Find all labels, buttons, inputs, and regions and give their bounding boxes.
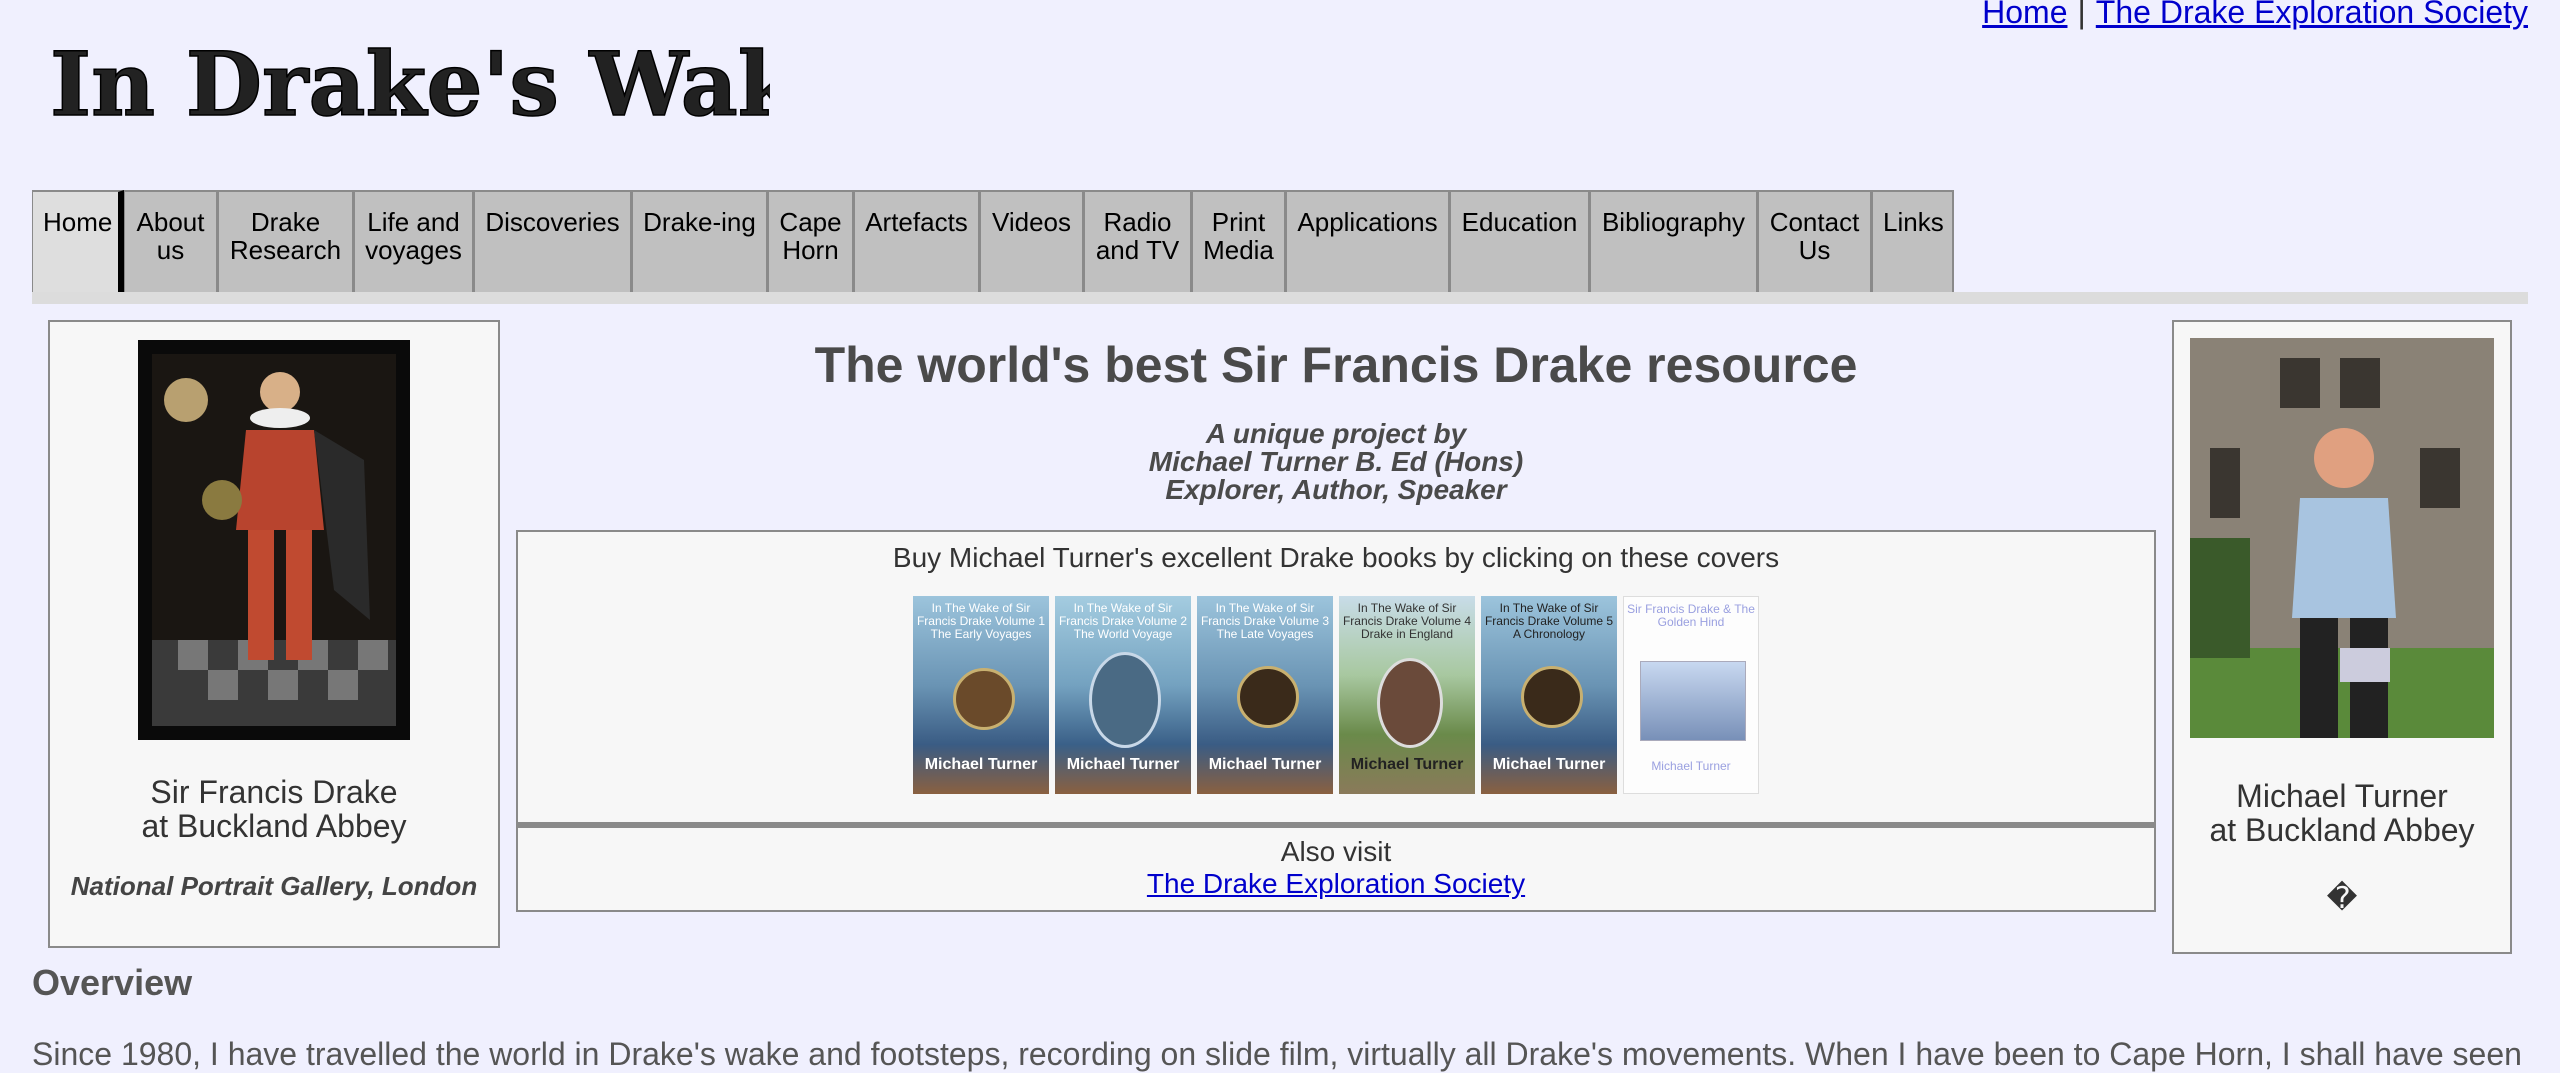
book-cover-author: Michael Turner [924, 756, 1038, 773]
book-cover-author: Michael Turner [1350, 756, 1464, 773]
turner-photo-card: Michael Turner at Buckland Abbey � [2172, 320, 2512, 954]
byline-line2: Michael Turner B. Ed (Hons) [1148, 446, 1524, 477]
drake-portrait-image[interactable] [138, 340, 410, 740]
nav-home[interactable]: Home [32, 190, 124, 294]
book-cover-author: Michael Turner [1492, 756, 1606, 773]
nav-drake-research[interactable]: Drake Research [218, 190, 354, 294]
cover-portrait [1521, 666, 1583, 728]
cover-portrait [953, 668, 1015, 730]
book-cover-author: Michael Turner [1066, 756, 1180, 773]
nav-print-media[interactable]: Print Media [1192, 190, 1286, 294]
site-logo-text: In Drake's Wake [50, 32, 770, 136]
book-cover-title: In The Wake of Sir Francis Drake Volume … [1058, 601, 1188, 641]
book-cover-title: In The Wake of Sir Francis Drake Volume … [1200, 601, 1330, 641]
nav-drake-ing[interactable]: Drake-ing [632, 190, 768, 294]
overview-text: Since 1980, I have travelled the world i… [32, 1036, 2522, 1072]
nav-about-us[interactable]: About us [124, 190, 218, 294]
nav-education[interactable]: Education [1450, 190, 1590, 294]
turner-caption-line1: Michael Turner [2236, 778, 2448, 814]
nav-underline [32, 292, 2528, 304]
book-cover-volume-5[interactable]: In The Wake of Sir Francis Drake Volume … [1481, 596, 1617, 794]
author-byline: A unique project by Michael Turner B. Ed… [516, 420, 2156, 504]
page-headline: The world's best Sir Francis Drake resou… [814, 337, 1858, 393]
nav-radio-and-tv[interactable]: Radio and TV [1084, 190, 1192, 294]
book-cover-title: In The Wake of Sir Francis Drake Volume … [1484, 601, 1614, 641]
book-cover-volume-1[interactable]: In The Wake of Sir Francis Drake Volume … [913, 596, 1049, 794]
michael-turner-photo[interactable] [2190, 338, 2494, 738]
books-prompt: Buy Michael Turner's excellent Drake boo… [892, 542, 1780, 573]
book-cover-title: Sir Francis Drake & The Golden Hind [1627, 602, 1755, 629]
book-cover-golden-hind[interactable]: Sir Francis Drake & The Golden Hind Mich… [1623, 596, 1759, 794]
nav-cape-horn[interactable]: Cape Horn [768, 190, 854, 294]
nav-contact-us[interactable]: Contact Us [1758, 190, 1872, 294]
book-cover-volume-3[interactable]: In The Wake of Sir Francis Drake Volume … [1197, 596, 1333, 794]
overview-heading: Overview [32, 962, 193, 1003]
replacement-glyph: � [2326, 882, 2358, 915]
home-link[interactable]: Home [1982, 0, 2067, 30]
cover-portrait [1089, 652, 1161, 748]
book-cover-title: In The Wake of Sir Francis Drake Volume … [1342, 601, 1472, 641]
drake-caption-line2: at Buckland Abbey [141, 808, 407, 844]
cover-portrait [1237, 666, 1299, 728]
portrait-credit: National Portrait Gallery, London [70, 871, 478, 901]
main-nav: Home About us Drake Research Life and vo… [32, 190, 1954, 294]
nav-applications[interactable]: Applications [1286, 190, 1450, 294]
top-links: Home | The Drake Exploration Society [1982, 0, 2528, 31]
book-cover-title: In The Wake of Sir Francis Drake Volume … [916, 601, 1046, 641]
drake-caption-line1: Sir Francis Drake [150, 774, 398, 810]
book-covers: In The Wake of Sir Francis Drake Volume … [518, 596, 2154, 794]
nav-artefacts[interactable]: Artefacts [854, 190, 980, 294]
byline-line1: A unique project by [1205, 418, 1467, 449]
nav-links[interactable]: Links [1872, 190, 1954, 294]
nav-life-and-voyages[interactable]: Life and voyages [354, 190, 474, 294]
book-cover-author: Michael Turner [1651, 759, 1731, 773]
society-link[interactable]: The Drake Exploration Society [1147, 868, 1525, 899]
turner-caption-line2: at Buckland Abbey [2209, 812, 2475, 848]
golden-hind-ship-image [1640, 661, 1746, 741]
main-content: The world's best Sir Francis Drake resou… [516, 320, 2156, 912]
link-separator: | [2077, 0, 2086, 30]
nav-bibliography[interactable]: Bibliography [1590, 190, 1758, 294]
books-panel: Buy Michael Turner's excellent Drake boo… [516, 530, 2156, 824]
drake-portrait-card: Sir Francis Drake at Buckland Abbey Nati… [48, 320, 500, 948]
also-visit-panel: Also visit The Drake Exploration Society [516, 824, 2156, 912]
cover-portrait [1377, 658, 1443, 748]
nav-discoveries[interactable]: Discoveries [474, 190, 632, 294]
drake-society-link[interactable]: The Drake Exploration Society [2096, 0, 2528, 30]
site-logo[interactable]: In Drake's Wake [50, 20, 770, 140]
book-cover-volume-2[interactable]: In The Wake of Sir Francis Drake Volume … [1055, 596, 1191, 794]
also-visit-label: Also visit [1280, 836, 1392, 867]
nav-videos[interactable]: Videos [980, 190, 1084, 294]
book-cover-author: Michael Turner [1208, 756, 1322, 773]
byline-line3: Explorer, Author, Speaker [1165, 474, 1507, 505]
book-cover-volume-4[interactable]: In The Wake of Sir Francis Drake Volume … [1339, 596, 1475, 794]
